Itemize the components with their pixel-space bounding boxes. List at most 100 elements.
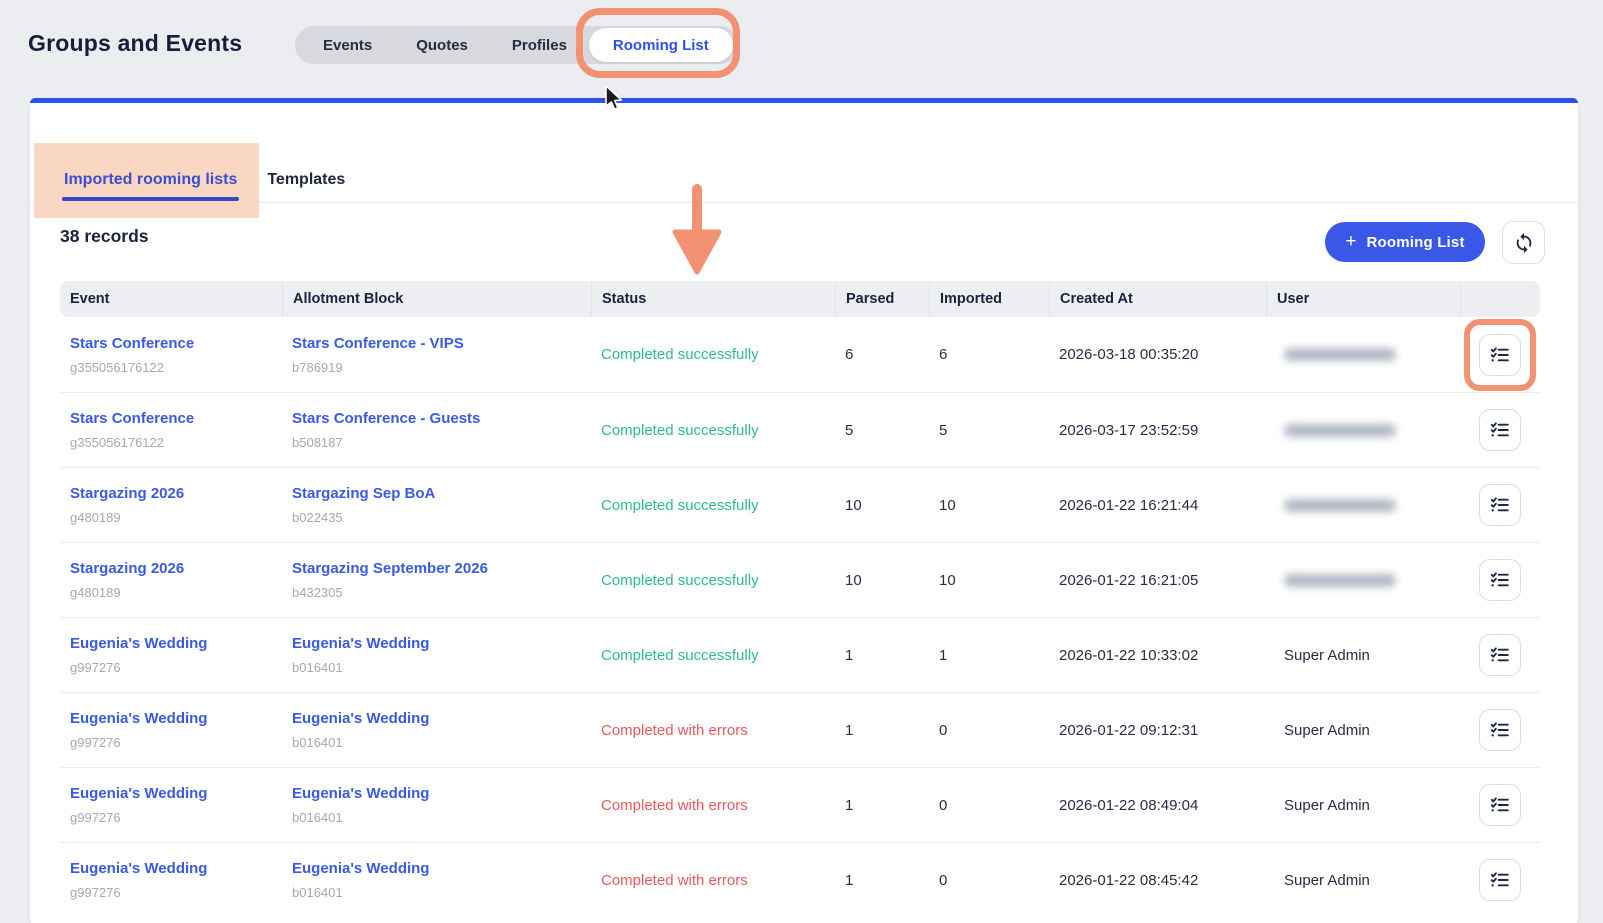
parsed-count: 1 [835,843,929,917]
row-details-button[interactable] [1479,709,1521,751]
allotment-block-link[interactable]: Stars Conference - VIPS [292,335,464,352]
allotment-block-link[interactable]: Eugenia's Wedding [292,635,429,652]
allotment-block-id: b016401 [292,885,343,900]
table-row: Stars Conference g355056176122 Stars Con… [60,392,1540,467]
tab-templates[interactable]: Templates [265,156,347,204]
checklist-icon [1489,644,1511,666]
column-header-status: Status [591,281,835,317]
allotment-block-link[interactable]: Stars Conference - Guests [292,410,480,427]
event-link[interactable]: Stargazing 2026 [70,485,184,502]
event-link[interactable]: Eugenia's Wedding [70,860,207,877]
refresh-button[interactable] [1502,221,1545,264]
checklist-icon [1489,719,1511,741]
table-row: Eugenia's Wedding g997276 Eugenia's Wedd… [60,842,1540,917]
allotment-block-link[interactable]: Stargazing Sep BoA [292,485,435,502]
event-cell: Stargazing 2026 g480189 [60,543,282,617]
event-link[interactable]: Stars Conference [70,335,194,352]
event-link[interactable]: Eugenia's Wedding [70,785,207,802]
user-cell [1266,468,1460,542]
row-details-button[interactable] [1479,859,1521,901]
imported-count: 6 [929,317,1049,392]
column-header-allotment-block: Allotment Block [282,281,591,317]
created-at: 2026-03-18 00:35:20 [1049,317,1266,392]
records-count: 38 records [60,226,149,247]
checklist-icon [1489,569,1511,591]
tab-quotes[interactable]: Quotes [394,26,490,64]
row-details-button[interactable] [1479,784,1521,826]
actions-cell [1460,543,1540,617]
row-details-button[interactable] [1479,634,1521,676]
event-id: g480189 [70,585,121,600]
parsed-count: 10 [835,543,929,617]
user-cell: Super Admin [1266,693,1460,767]
allotment-block-link[interactable]: Eugenia's Wedding [292,785,429,802]
rooming-lists-table: EventAllotment BlockStatusParsedImported… [60,281,1540,917]
allotment-block-id: b016401 [292,660,343,675]
row-details-button[interactable] [1479,409,1521,451]
imported-count: 0 [929,693,1049,767]
status-text: Completed with errors [601,872,748,889]
parsed-count: 10 [835,468,929,542]
table-header: EventAllotment BlockStatusParsedImported… [60,281,1540,317]
active-subtab-underline [62,197,239,201]
redacted-user-name [1284,348,1396,361]
event-link[interactable]: Stars Conference [70,410,194,427]
row-details-button[interactable] [1479,559,1521,601]
allotment-block-link[interactable]: Eugenia's Wedding [292,860,429,877]
tab-events[interactable]: Events [301,26,394,64]
actions-cell [1460,843,1540,917]
column-header-event: Event [60,281,282,317]
status-cell: Completed with errors [591,843,835,917]
event-link[interactable]: Eugenia's Wedding [70,635,207,652]
imported-count: 10 [929,543,1049,617]
allotment-block-link[interactable]: Eugenia's Wedding [292,710,429,727]
allotment-block-id: b786919 [292,360,343,375]
subtab-label: Templates [267,171,345,189]
allotment-block-id: b432305 [292,585,343,600]
parsed-count: 5 [835,393,929,467]
table-row: Eugenia's Wedding g997276 Eugenia's Wedd… [60,767,1540,842]
parsed-count: 6 [835,317,929,392]
event-link[interactable]: Stargazing 2026 [70,560,184,577]
row-details-button[interactable] [1479,334,1521,376]
row-details-button[interactable] [1479,484,1521,526]
allotment-block-link[interactable]: Stargazing September 2026 [292,560,488,577]
created-at: 2026-01-22 16:21:05 [1049,543,1266,617]
user-cell [1266,543,1460,617]
add-rooming-list-button[interactable]: + Rooming List [1325,222,1485,262]
status-cell: Completed successfully [591,317,835,392]
panel-accent-bar [30,98,1578,103]
checklist-icon [1489,794,1511,816]
created-at: 2026-01-22 08:45:42 [1049,843,1266,917]
event-id: g997276 [70,660,121,675]
status-text: Completed successfully [601,346,759,363]
user-name: Super Admin [1284,647,1370,664]
tab-imported-rooming-lists[interactable]: Imported rooming lists [62,156,239,204]
table-body: Stars Conference g355056176122 Stars Con… [60,317,1540,917]
redacted-user-name [1284,574,1396,587]
imported-count: 1 [929,618,1049,692]
actions-cell [1460,468,1540,542]
imported-count: 0 [929,843,1049,917]
created-at: 2026-01-22 08:49:04 [1049,768,1266,842]
column-header-actions [1460,281,1540,317]
allotment-block-id: b016401 [292,735,343,750]
actions-cell [1460,693,1540,767]
table-row: Stargazing 2026 g480189 Stargazing Sep B… [60,467,1540,542]
tab-rooming-list[interactable]: Rooming List [589,28,733,62]
parsed-count: 1 [835,618,929,692]
table-row: Eugenia's Wedding g997276 Eugenia's Wedd… [60,617,1540,692]
parsed-count: 1 [835,693,929,767]
allotment-block-id: b016401 [292,810,343,825]
column-header-parsed: Parsed [835,281,929,317]
event-id: g997276 [70,885,121,900]
checklist-icon [1489,869,1511,891]
allotment-block-cell: Eugenia's Wedding b016401 [282,618,591,692]
event-link[interactable]: Eugenia's Wedding [70,710,207,727]
status-cell: Completed successfully [591,468,835,542]
event-cell: Stars Conference g355056176122 [60,393,282,467]
tab-profiles[interactable]: Profiles [490,26,589,64]
status-text: Completed successfully [601,647,759,664]
event-cell: Eugenia's Wedding g997276 [60,843,282,917]
created-at: 2026-01-22 16:21:44 [1049,468,1266,542]
